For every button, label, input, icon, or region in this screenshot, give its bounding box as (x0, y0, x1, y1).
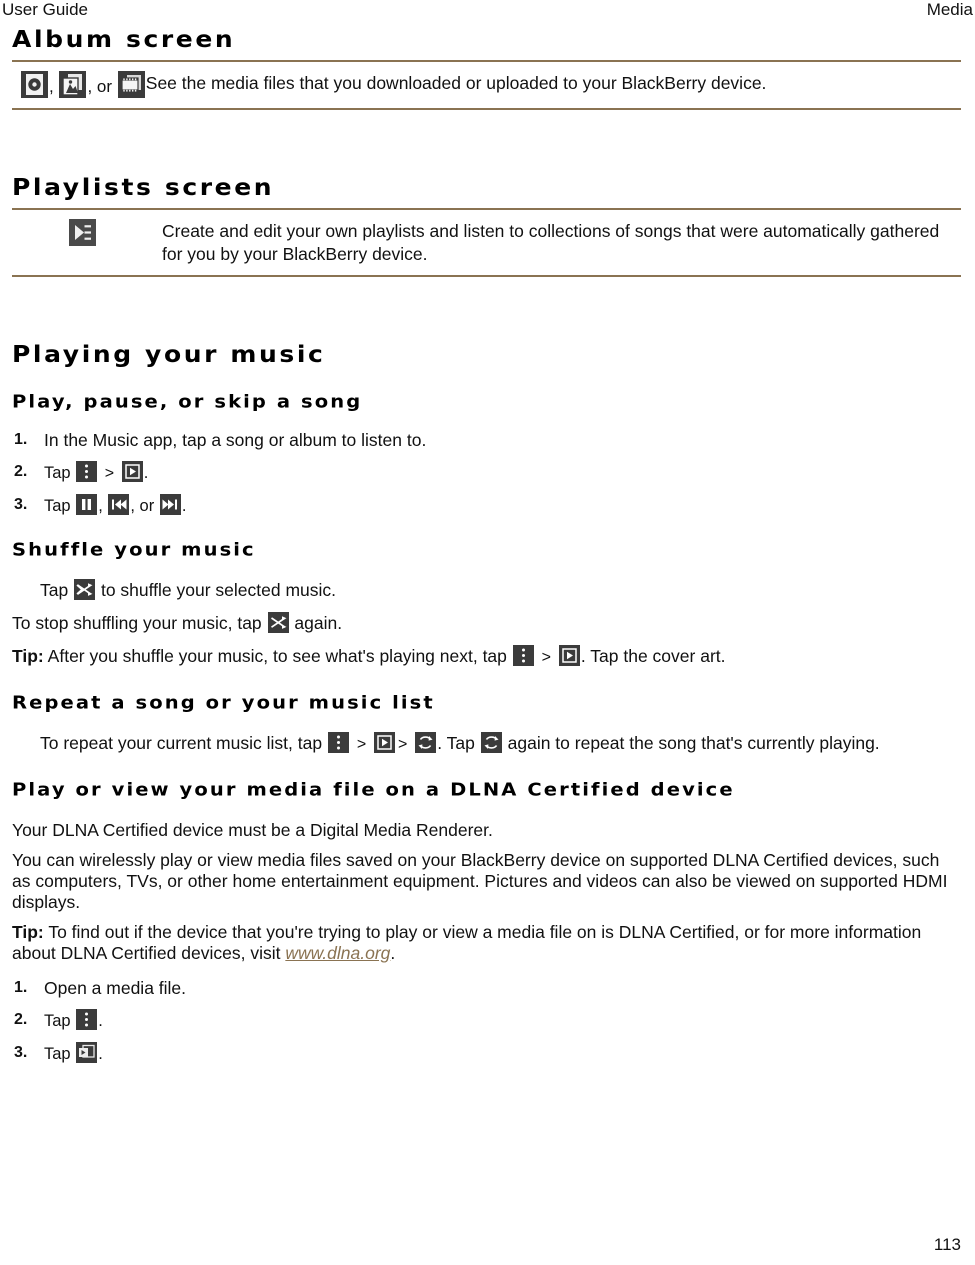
step-number: 2. (14, 463, 28, 480)
running-header: User Guide Media (0, 0, 975, 22)
step-number: 1. (14, 979, 28, 996)
user-guide-page: User Guide Media Album screen , , or See… (0, 0, 975, 1265)
page-number: 113 (933, 1235, 961, 1254)
tip-label: Tip: (12, 646, 44, 666)
playlist-icon (69, 219, 96, 246)
step-text: In the Music app, tap a song or album to… (44, 430, 427, 450)
running-header-left: User Guide (2, 0, 88, 19)
playing-your-music-heading-block: Playing your music (12, 341, 961, 371)
videos-icon (117, 71, 145, 98)
overflow-menu-icon (512, 645, 534, 666)
dlna-paragraph-1: Your DLNA Certified device must be a Dig… (12, 820, 493, 840)
step-item: 2. Tap > . (12, 461, 961, 485)
step-text-suffix: . (181, 497, 187, 515)
next-track-icon (159, 494, 181, 515)
shuffle-line-2-prefix: To stop shuffling your music, tap (12, 613, 262, 633)
repeat-separator-3: . Tap (437, 733, 475, 753)
dlna-heading: Play or view your media file on a DLNA C… (12, 779, 735, 801)
playlists-definition-row: Create and edit your own playlists and l… (12, 210, 961, 275)
step-item: 1. Open a media file. (12, 977, 961, 1000)
repeat-suffix: again to repeat the song that's currentl… (507, 733, 880, 753)
previous-track-icon (108, 494, 130, 515)
dlna-tip-text: To find out if the device that you're tr… (12, 922, 922, 963)
shuffle-line-1: Tap to shuffle your selected music. (40, 579, 961, 601)
pause-icon (76, 494, 98, 515)
step-text-prefix: Tap (44, 1045, 71, 1063)
shuffle-tip: Tip: After you shuffle your music, to se… (12, 645, 961, 669)
step-sep-1: , (98, 497, 103, 515)
page-content: Album screen , , or See the media files … (12, 26, 961, 1075)
step-text-suffix: . (98, 1012, 103, 1030)
step-text-prefix: Tap (44, 464, 71, 482)
album-description: See the media files that you downloaded … (145, 73, 767, 93)
step-separator: > (104, 465, 115, 482)
play-icon (121, 461, 143, 482)
play-on-device-icon (76, 1042, 98, 1063)
pictures-icon (59, 71, 87, 98)
album-icon-sep-1: , (49, 77, 54, 96)
repeat-paragraph: To repeat your current music list, tap >… (40, 732, 961, 756)
spacer-pym (12, 375, 961, 391)
overflow-menu-icon (76, 1009, 98, 1030)
album-screen-heading-block: Album screen (12, 26, 961, 56)
step-text-prefix: Tap (44, 497, 71, 515)
step-text-prefix: Tap (44, 1012, 71, 1030)
shuffle-tip-suffix: . Tap the cover art. (580, 646, 726, 666)
step-number: 2. (14, 1011, 28, 1028)
step-item: 3. Tap , , or . (12, 494, 961, 518)
running-header-right: Media (926, 0, 973, 19)
shuffle-line-2-suffix: again. (294, 613, 343, 633)
album-definition-row: , , or See the media files that you down… (12, 62, 961, 108)
dlna-tip-period: . (390, 943, 396, 963)
overflow-menu-icon (327, 732, 349, 753)
step-sep-2: , or (130, 497, 155, 515)
playlists-icon-group (12, 219, 162, 247)
step-number: 3. (14, 1044, 28, 1061)
album-icon-group: , , or (12, 71, 146, 99)
playlists-screen-heading: Playlists screen (12, 174, 275, 201)
shuffle-line-1-prefix: Tap (40, 580, 69, 600)
play-pause-skip-steps: 1. In the Music app, tap a song or album… (12, 429, 961, 518)
spacer-after-playlists (12, 277, 961, 341)
album-screen-heading: Album screen (12, 26, 236, 53)
repeat-icon (480, 732, 502, 753)
dlna-org-link[interactable]: www.dlna.org (285, 943, 390, 963)
playlists-description: Create and edit your own playlists and l… (162, 221, 940, 264)
shuffle-line-2: To stop shuffling your music, tap again. (12, 612, 961, 634)
tip-label: Tip: (12, 922, 44, 942)
playing-your-music-heading: Playing your music (12, 341, 326, 368)
shuffle-icon (74, 579, 96, 600)
play-icon (558, 645, 580, 666)
step-text-suffix: . (98, 1045, 103, 1063)
shuffle-heading: Shuffle your music (12, 539, 256, 561)
step-text-suffix: . (143, 464, 149, 482)
step-text: Open a media file. (44, 978, 187, 998)
play-pause-skip-heading: Play, pause, or skip a song (12, 391, 363, 413)
shuffle-icon (267, 612, 289, 633)
dlna-paragraph-2: You can wirelessly play or view media fi… (12, 850, 948, 912)
repeat-icon (415, 732, 437, 753)
shuffle-line-1-suffix: to shuffle your selected music. (100, 580, 337, 600)
shuffle-tip-separator: > (541, 649, 551, 666)
step-number: 1. (14, 431, 28, 448)
step-item: 2. Tap . (12, 1009, 961, 1033)
overflow-menu-icon (76, 461, 98, 482)
music-album-icon (21, 71, 48, 98)
playlists-screen-heading-block: Playlists screen (12, 174, 961, 204)
dlna-tip: Tip: To find out if the device that you'… (12, 922, 961, 964)
step-number: 3. (14, 496, 28, 513)
shuffle-tip-prefix: After you shuffle your music, to see wha… (47, 646, 507, 666)
album-icon-sep-2: , or (87, 77, 113, 96)
repeat-separator-2: > (398, 736, 408, 753)
repeat-separator-1: > (356, 736, 367, 753)
repeat-prefix: To repeat your current music list, tap (40, 733, 323, 753)
repeat-heading: Repeat a song or your music list (12, 692, 435, 714)
step-item: 3. Tap . (12, 1042, 961, 1066)
play-icon (374, 732, 396, 753)
spacer-after-album (12, 110, 961, 174)
step-item: 1. In the Music app, tap a song or album… (12, 429, 961, 452)
dlna-steps: 1. Open a media file. 2. Tap . 3. Tap . (12, 977, 961, 1066)
